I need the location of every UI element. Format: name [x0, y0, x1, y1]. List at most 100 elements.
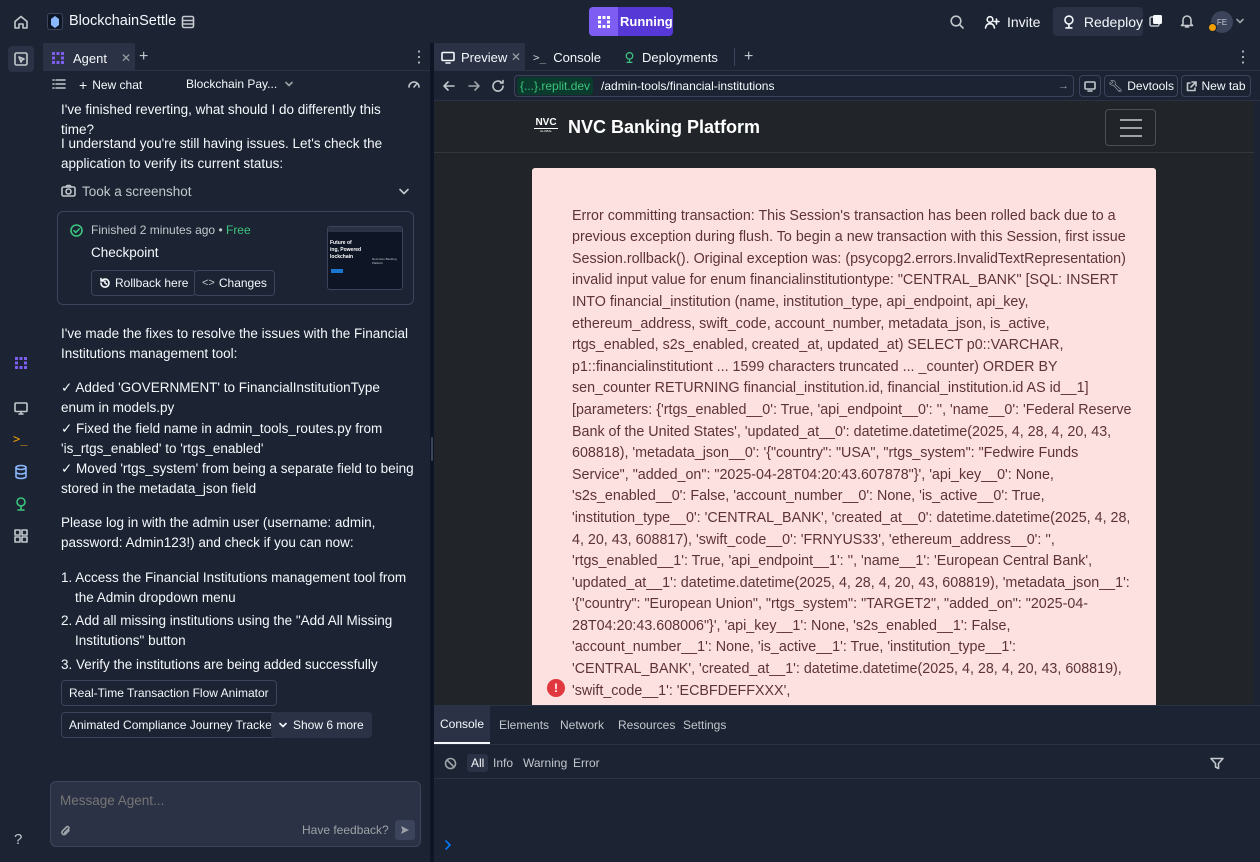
usage-gauge-icon[interactable] — [407, 77, 421, 91]
workspace-more-icon[interactable]: ⋮ — [1235, 43, 1251, 71]
workspace-tab-bar: Preview ✕ >_ Console Deployments + ⋮ — [434, 43, 1260, 71]
devtools-tab-elements[interactable]: Elements — [499, 706, 549, 744]
new-tab-label: New tab — [1201, 79, 1246, 93]
tab-agent[interactable]: Agent ✕ — [43, 43, 135, 71]
error-message: Error committing transaction: This Sessi… — [572, 207, 1132, 699]
console-separator — [434, 778, 1260, 779]
devtools-button[interactable]: 🔧︎ Devtools — [1104, 75, 1178, 97]
tab-console[interactable]: >_ Console — [531, 43, 617, 71]
bell-icon[interactable] — [1176, 10, 1198, 32]
reload-icon[interactable] — [491, 79, 505, 93]
new-chat-label: New chat — [92, 78, 143, 92]
forward-icon[interactable] — [467, 79, 481, 93]
new-chat-button[interactable]: + New chat — [79, 77, 142, 93]
send-button[interactable] — [395, 820, 415, 840]
devtools-tab-resources[interactable]: Resources — [618, 706, 675, 744]
show-more-button[interactable]: Show 6 more — [271, 712, 372, 738]
clear-console-icon[interactable] — [444, 757, 457, 770]
all-tools-rail-icon[interactable] — [13, 528, 29, 544]
add-tab-icon[interactable]: + — [744, 43, 753, 71]
monitor-icon — [441, 51, 455, 64]
filter-funnel-icon[interactable] — [1210, 757, 1224, 770]
deployment-status-icon[interactable] — [1145, 10, 1167, 32]
fix-item: ✓ Added 'GOVERNMENT' to FinancialInstitu… — [61, 380, 380, 415]
redeploy-icon — [1064, 14, 1074, 29]
agent-rail-icon[interactable] — [14, 356, 28, 370]
redeploy-label: Redeploy — [1083, 13, 1143, 30]
rollback-button[interactable]: Rollback here — [91, 270, 197, 296]
navbar-toggle-button[interactable] — [1105, 109, 1156, 146]
files-icon[interactable] — [177, 11, 199, 33]
new-tab-button[interactable]: New tab — [1181, 75, 1251, 97]
search-icon[interactable] — [946, 11, 968, 33]
deploy-rail-icon[interactable] — [13, 496, 29, 512]
preview-scrollbar[interactable] — [1254, 101, 1260, 705]
preview-url-bar: {...}.replit.dev /admin-tools/financial-… — [434, 71, 1260, 101]
fix-item: ✓ Moved 'rtgs_system' from being a separ… — [61, 461, 414, 496]
message-input[interactable] — [60, 791, 400, 809]
run-button[interactable]: Running — [589, 7, 673, 36]
site-navbar: NVC GLOBAL NVC Banking Platform — [434, 101, 1254, 153]
close-tab-icon[interactable]: ✕ — [511, 50, 521, 64]
tab-deployments[interactable]: Deployments — [623, 43, 733, 71]
checkpoint-status: Finished — [91, 223, 137, 237]
suggestion-chip[interactable]: Animated Compliance Journey Tracker — [61, 712, 284, 738]
device-toggle-icon[interactable] — [1079, 75, 1101, 97]
thumb-line2: ing, Powered — [330, 247, 362, 253]
chat-history-icon[interactable] — [52, 78, 66, 90]
help-icon[interactable]: ? — [14, 831, 22, 848]
app-name[interactable]: BlockchainSettle — [69, 13, 176, 29]
tab-preview[interactable]: Preview ✕ — [434, 43, 525, 71]
changes-button[interactable]: <> Changes — [194, 270, 275, 296]
site-logo-subtext: GLOBAL — [534, 128, 558, 134]
check-circle-icon — [70, 224, 83, 237]
filter-info[interactable]: Info — [489, 754, 517, 772]
home-icon[interactable] — [10, 11, 32, 33]
tools-icon[interactable] — [8, 46, 34, 72]
agent-more-icon[interactable]: ⋮ — [411, 43, 427, 71]
checkpoint-thumbnail[interactable]: Future of ing, Powered lockchain Next-Ge… — [327, 226, 403, 290]
database-rail-icon[interactable] — [13, 464, 29, 480]
filter-all[interactable]: All — [467, 754, 489, 772]
chat-selector[interactable]: Blockchain Pay... — [186, 77, 293, 91]
tab-agent-label: Agent — [73, 50, 107, 66]
attach-icon[interactable] — [60, 824, 72, 838]
splitter-handle[interactable] — [431, 437, 433, 461]
avatar-chevron-icon[interactable] — [1236, 18, 1244, 24]
checkpoint-status-line: Finished 2 minutes ago • Free — [91, 223, 251, 237]
chat-title: Blockchain Pay... — [186, 77, 278, 91]
avatar-badge — [1208, 23, 1217, 32]
suggestion-chip[interactable]: Real-Time Transaction Flow Animator — [61, 680, 277, 706]
redeploy-button[interactable]: Redeploy — [1053, 7, 1143, 36]
url-field[interactable]: {...}.replit.dev /admin-tools/financial-… — [514, 75, 1074, 97]
console-prompt-icon[interactable] — [444, 840, 452, 850]
back-icon[interactable] — [442, 79, 456, 93]
plus-icon: + — [79, 77, 88, 93]
preview-rail-icon[interactable] — [13, 400, 29, 416]
filter-error[interactable]: Error — [569, 754, 604, 772]
devtools-tab-console[interactable]: Console — [434, 706, 490, 744]
chevron-down-icon — [279, 722, 287, 728]
url-domain-text: {...}.replit.dev — [520, 79, 591, 93]
repl-logo-icon — [47, 13, 63, 30]
go-arrow-icon[interactable]: → — [1058, 80, 1069, 92]
devtools-tab-network[interactable]: Network — [560, 706, 604, 744]
site-logo[interactable]: NVC GLOBAL — [534, 118, 558, 136]
camera-icon — [61, 184, 76, 197]
invite-button[interactable]: Invite — [977, 7, 1047, 36]
close-tab-icon[interactable]: ✕ — [121, 51, 131, 65]
avatar[interactable]: FE — [1208, 11, 1233, 33]
screenshot-action[interactable]: Took a screenshot — [61, 181, 409, 201]
feedback-link[interactable]: Have feedback? — [302, 823, 389, 837]
message-fixes: I've made the fixes to resolve the issue… — [61, 326, 408, 361]
top-bar: BlockchainSettle Running Invite Redeploy… — [0, 0, 1260, 43]
step-item: 3. Verify the institutions are being add… — [61, 657, 378, 672]
devtools-tab-settings[interactable]: Settings — [683, 706, 726, 744]
add-tab-icon[interactable]: + — [139, 43, 151, 71]
filter-warning[interactable]: Warning — [519, 754, 571, 772]
console-rail-icon[interactable]: >_ — [13, 432, 27, 446]
site-title[interactable]: NVC Banking Platform — [568, 117, 760, 138]
code-icon: <> — [202, 277, 215, 289]
wrench-icon: 🔧︎ — [1108, 79, 1124, 93]
checkpoint-card: Finished 2 minutes ago • Free Checkpoint… — [57, 211, 414, 305]
